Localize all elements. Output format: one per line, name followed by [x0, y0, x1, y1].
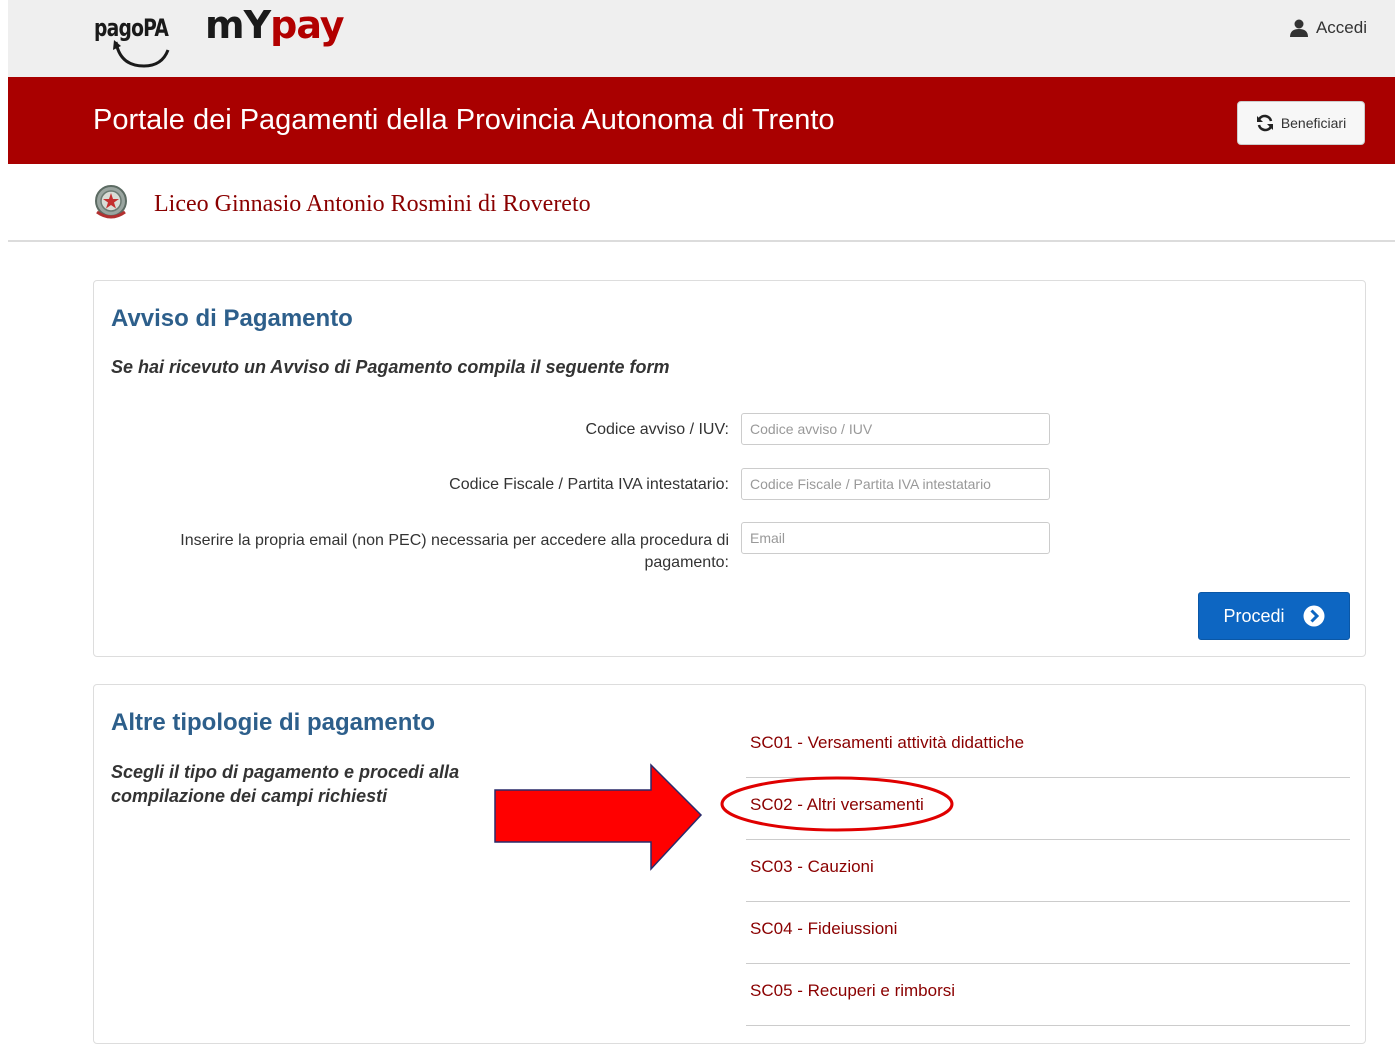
mypay-logo-pay: pay: [270, 3, 344, 47]
avviso-title: Avviso di Pagamento: [111, 305, 353, 332]
organization-name: Liceo Ginnasio Antonio Rosmini di Rovere…: [154, 191, 591, 217]
beneficiari-label: Beneficiari: [1280, 115, 1347, 131]
pagopa-logo[interactable]: pagoPA: [94, 14, 186, 72]
top-bar: pagoPA mYpay Accedi: [8, 0, 1395, 77]
organization-header: Liceo Ginnasio Antonio Rosmini di Rovere…: [8, 164, 1395, 242]
avviso-subtitle: Se hai ricevuto un Avviso di Pagamento c…: [111, 357, 670, 377]
iuv-input[interactable]: [741, 413, 1050, 445]
codice-fiscale-input[interactable]: [741, 468, 1050, 500]
email-input[interactable]: [741, 522, 1050, 554]
mypay-logo-my: mY: [205, 3, 271, 47]
pagopa-swoosh-icon: [113, 40, 170, 68]
portal-title: Portale dei Pagamenti della Provincia Au…: [93, 104, 835, 136]
iuv-label: Codice avviso / IUV:: [585, 421, 729, 438]
mypay-logo[interactable]: mYpay: [205, 3, 345, 47]
pagopa-logo-text: pagoPA: [94, 14, 169, 42]
email-label-line2: pagamento:: [644, 554, 729, 571]
altre-title: Altre tipologie di pagamento: [111, 709, 436, 736]
altre-subtitle-line2: compilazione dei campi richiesti: [111, 786, 388, 806]
altre-subtitle-line1: Scegli il tipo di pagamento e procedi al…: [111, 762, 460, 782]
portal-banner: Portale dei Pagamenti della Provincia Au…: [8, 77, 1395, 164]
avviso-panel: Avviso di Pagamento Se hai ricevuto un A…: [93, 280, 1366, 657]
altre-tipologie-panel: Altre tipologie di pagamento Scegli il t…: [93, 684, 1366, 1044]
payment-type-sc03[interactable]: SC03 - Cauzioni: [746, 841, 1350, 902]
email-label-line1: Inserire la propria email (non PEC) nece…: [180, 532, 729, 549]
procedi-button[interactable]: Procedi: [1198, 592, 1350, 640]
altre-subtitle: Scegli il tipo di pagamento e procedi al…: [111, 760, 531, 808]
email-label: Inserire la propria email (non PEC) nece…: [180, 530, 729, 574]
payment-type-sc04[interactable]: SC04 - Fideiussioni: [746, 903, 1350, 964]
payment-type-sc01[interactable]: SC01 - Versamenti attività didattiche: [746, 717, 1350, 778]
red-circle-annotation: [720, 776, 954, 832]
chevron-circle-right-icon: [1303, 605, 1325, 627]
red-arrow-annotation: [494, 763, 703, 871]
beneficiari-button[interactable]: Beneficiari: [1237, 101, 1365, 145]
payment-type-sc05[interactable]: SC05 - Recuperi e rimborsi: [746, 965, 1350, 1026]
refresh-icon: [1256, 114, 1273, 132]
italian-republic-emblem-icon: [95, 185, 127, 219]
procedi-label: Procedi: [1223, 605, 1285, 626]
user-icon: [1289, 19, 1308, 37]
codice-fiscale-label: Codice Fiscale / Partita IVA intestatari…: [449, 476, 729, 493]
payment-type-list: SC01 - Versamenti attività didattiche SC…: [746, 717, 1350, 1026]
login-link[interactable]: Accedi: [1289, 18, 1367, 38]
login-label: Accedi: [1315, 18, 1367, 37]
